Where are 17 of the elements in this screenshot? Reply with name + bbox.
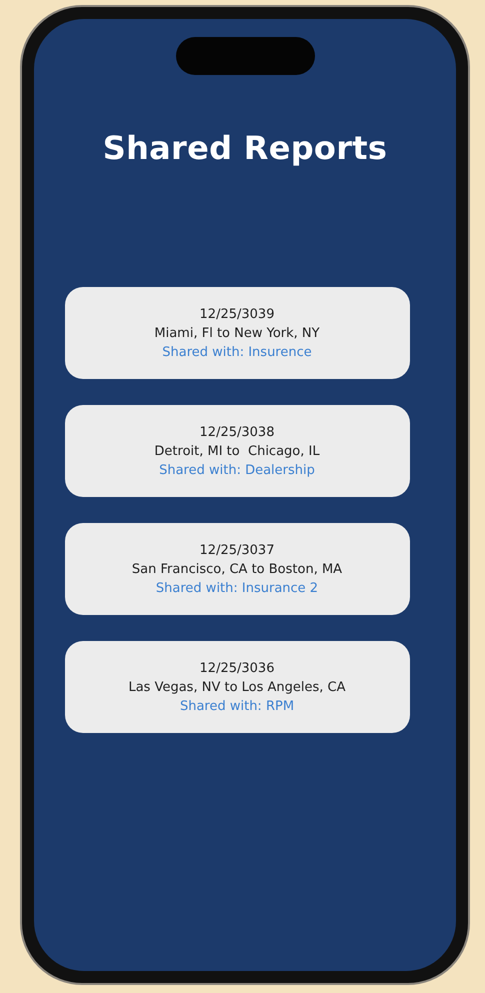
shared-with-label: Shared with: Insurence — [162, 344, 312, 360]
report-card[interactable]: 12/25/3038 Detroit, MI to Chicago, IL Shared with: Dealership — [64, 405, 410, 497]
report-date: 12/25/3037 — [200, 542, 274, 558]
shared-with-label: Shared with: Dealership — [159, 462, 315, 478]
report-date: 12/25/3036 — [200, 660, 274, 676]
report-route: Detroit, MI to Chicago, IL — [154, 444, 320, 458]
report-route: Las Vegas, NV to Los Angeles, CA — [128, 680, 346, 694]
report-date: 12/25/3038 — [200, 424, 274, 440]
report-card[interactable]: 12/25/3039 Miami, Fl to New York, NY Shared with: Insurence — [64, 287, 410, 379]
page-title: Shared Reports — [102, 129, 388, 167]
report-card[interactable]: 12/25/3037 San Francisco, CA to Boston, MA Shared with: Insurance 2 — [64, 523, 410, 615]
report-route: Miami, Fl to New York, NY — [154, 326, 320, 340]
shared-with-label: Shared with: Insurance 2 — [156, 580, 318, 596]
report-date: 12/25/3039 — [200, 306, 274, 322]
report-card[interactable]: 12/25/3036 Las Vegas, NV to Los Angeles, CA Shared with: RPM — [64, 641, 410, 733]
shared-with-label: Shared with: RPM — [180, 698, 294, 714]
report-route: San Francisco, CA to Boston, MA — [132, 562, 342, 576]
